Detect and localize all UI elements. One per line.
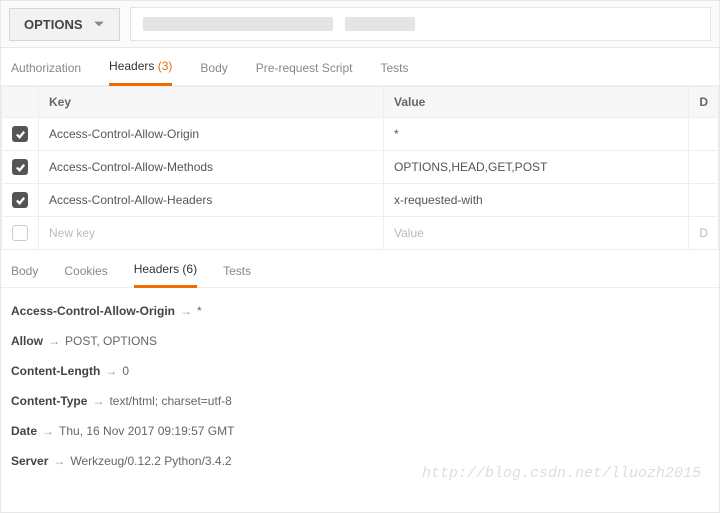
http-method-label: OPTIONS [24, 17, 83, 32]
row-checkbox[interactable] [12, 225, 28, 241]
col-key: Key [39, 87, 384, 118]
response-headers-panel: Access-Control-Allow-Origin→* Allow→POST… [1, 288, 719, 500]
request-tabs: Authorization Headers (3) Body Pre-reque… [1, 48, 719, 86]
col-checkbox [2, 87, 39, 118]
row-checkbox[interactable] [12, 192, 28, 208]
response-header-row: Date→Thu, 16 Nov 2017 09:19:57 GMT [11, 424, 709, 438]
header-key-input[interactable]: Access-Control-Allow-Headers [39, 184, 384, 217]
header-desc-cell[interactable] [689, 151, 719, 184]
tab-headers-label: Headers [109, 59, 154, 73]
table-row[interactable]: Access-Control-Allow-Origin * [2, 118, 719, 151]
header-value-input[interactable]: x-requested-with [384, 184, 689, 217]
url-redacted-segment [345, 17, 415, 31]
header-desc-cell[interactable]: D [689, 217, 719, 250]
table-row[interactable]: Access-Control-Allow-Methods OPTIONS,HEA… [2, 151, 719, 184]
response-header-row: Content-Type→text/html; charset=utf-8 [11, 394, 709, 408]
response-header-row: Content-Length→0 [11, 364, 709, 378]
tab-body[interactable]: Body [200, 61, 227, 85]
tab-headers-count: (3) [158, 59, 173, 73]
tab-headers[interactable]: Headers (3) [109, 59, 172, 86]
response-header-row: Access-Control-Allow-Origin→* [11, 304, 709, 318]
arrow-icon: → [92, 394, 104, 408]
url-input[interactable] [130, 7, 711, 41]
header-key-input[interactable]: Access-Control-Allow-Origin [39, 118, 384, 151]
request-headers-table: Key Value D Access-Control-Allow-Origin … [1, 86, 719, 250]
table-row[interactable]: Access-Control-Allow-Headers x-requested… [2, 184, 719, 217]
response-tabs: Body Cookies Headers (6) Tests [1, 252, 719, 288]
url-redacted-segment [143, 17, 333, 31]
rtab-cookies[interactable]: Cookies [64, 264, 107, 287]
header-desc-cell[interactable] [689, 118, 719, 151]
rtab-headers-label: Headers [134, 262, 179, 276]
row-checkbox[interactable] [12, 126, 28, 142]
response-header-row: Allow→POST, OPTIONS [11, 334, 709, 348]
rtab-body[interactable]: Body [11, 264, 38, 287]
header-value-input[interactable]: * [384, 118, 689, 151]
header-desc-cell[interactable] [689, 184, 719, 217]
arrow-icon: → [53, 454, 65, 468]
top-bar: OPTIONS [1, 1, 719, 48]
header-value-input[interactable]: OPTIONS,HEAD,GET,POST [384, 151, 689, 184]
header-key-input[interactable]: New key [39, 217, 384, 250]
header-key-input[interactable]: Access-Control-Allow-Methods [39, 151, 384, 184]
http-method-dropdown[interactable]: OPTIONS [9, 8, 120, 41]
rtab-tests[interactable]: Tests [223, 264, 251, 287]
table-row-new[interactable]: New key Value D [2, 217, 719, 250]
col-value: Value [384, 87, 689, 118]
chevron-down-icon [93, 18, 105, 30]
tab-authorization[interactable]: Authorization [11, 61, 81, 85]
tab-prerequest[interactable]: Pre-request Script [256, 61, 353, 85]
rtab-headers[interactable]: Headers (6) [134, 262, 197, 288]
tab-tests[interactable]: Tests [380, 61, 408, 85]
response-header-row: Server→Werkzeug/0.12.2 Python/3.4.2 [11, 454, 709, 468]
row-checkbox[interactable] [12, 159, 28, 175]
header-value-input[interactable]: Value [384, 217, 689, 250]
arrow-icon: → [42, 424, 54, 438]
rtab-headers-count: (6) [182, 262, 197, 276]
arrow-icon: → [180, 304, 192, 318]
arrow-icon: → [105, 364, 117, 378]
arrow-icon: → [48, 334, 60, 348]
col-d: D [689, 87, 719, 118]
